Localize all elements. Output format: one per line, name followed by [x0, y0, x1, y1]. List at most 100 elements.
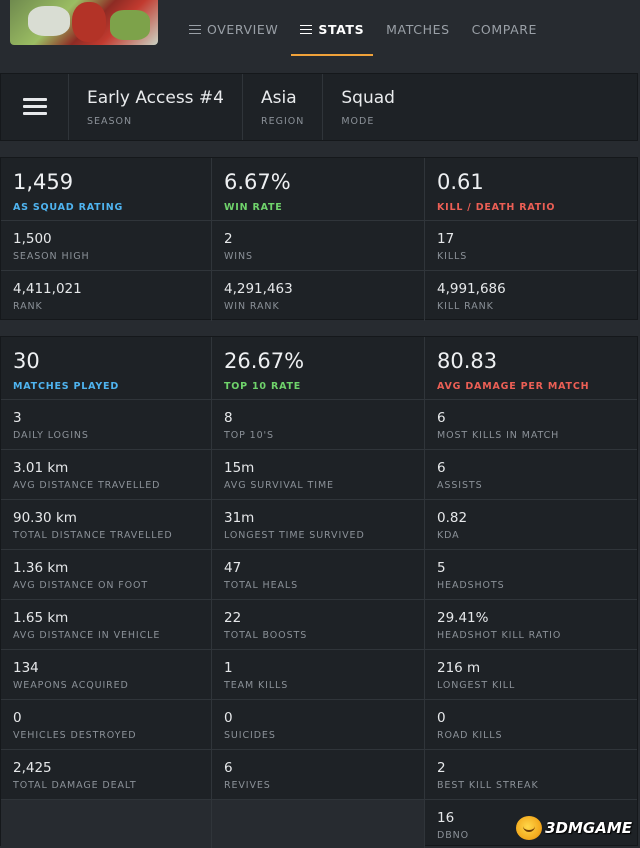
stat-label: TOTAL BOOSTS	[224, 630, 308, 641]
stat-cell: 0 SUICIDES	[212, 700, 425, 749]
list-icon	[300, 24, 313, 35]
stat-cell: 6 REVIVES	[212, 750, 425, 799]
stat-value: 1	[224, 660, 233, 676]
stat-value: 31m	[224, 510, 255, 526]
stat-cell: 3 DAILY LOGINS	[1, 400, 212, 449]
season-value: Early Access #4	[87, 88, 224, 108]
stat-label: TOTAL HEALS	[224, 580, 299, 591]
tab-matches[interactable]: MATCHES	[375, 0, 460, 58]
tab-matches-label: MATCHES	[386, 21, 450, 37]
stat-value: 2	[437, 760, 446, 776]
stat-label: RANK	[13, 301, 43, 312]
filter-bar: Early Access #4 SEASON Asia REGION Squad…	[0, 73, 638, 141]
stat-label: KDA	[437, 530, 460, 541]
detail-headline-row: 30 MATCHES PLAYED 26.67% TOP 10 RATE 80.…	[1, 337, 637, 400]
detail-row: 3.01 km AVG DISTANCE TRAVELLED 15m AVG SUR…	[1, 450, 637, 500]
detail-row: 134 WEAPONS ACQUIRED 1 TEAM KILLS 216 m LON…	[1, 650, 637, 700]
top10-rate-value: 26.67%	[224, 349, 305, 373]
rating-label: AS SQUAD RATING	[13, 202, 124, 213]
stat-value: 134	[13, 660, 39, 676]
avg-damage-label: AVG DAMAGE PER MATCH	[437, 381, 590, 392]
hamburger-icon	[22, 98, 47, 116]
stat-value: 2,425	[13, 760, 52, 776]
stat-cell: 31m LONGEST TIME SURVIVED	[212, 500, 425, 549]
matches-played-stat: 30 MATCHES PLAYED	[1, 337, 212, 399]
stat-cell: 8 TOP 10'S	[212, 400, 425, 449]
region-label: REGION	[261, 116, 305, 127]
win-rate-stat: 6.67% WIN RATE	[212, 158, 425, 220]
stat-cell: 22 TOTAL BOOSTS	[212, 600, 425, 649]
win-rate-value: 6.67%	[224, 170, 291, 194]
stat-label: DAILY LOGINS	[13, 430, 89, 441]
avg-damage-value: 80.83	[437, 349, 498, 373]
stat-cell: 1.36 km AVG DISTANCE ON FOOT	[1, 550, 212, 599]
stat-value: 4,991,686	[437, 281, 506, 297]
filter-menu-button[interactable]	[1, 74, 69, 140]
stat-cell: 6 ASSISTS	[425, 450, 637, 499]
avg-damage-stat: 80.83 AVG DAMAGE PER MATCH	[425, 337, 637, 399]
region-filter[interactable]: Asia REGION	[243, 74, 324, 140]
detail-row: 90.30 km TOTAL DISTANCE TRAVELLED 31m LONG…	[1, 500, 637, 550]
empty-cell	[1, 800, 212, 848]
mode-label: MODE	[341, 116, 375, 127]
stat-label: REVIVES	[224, 780, 271, 791]
stat-label: TOP 10'S	[224, 430, 274, 441]
player-banner-image	[10, 0, 158, 45]
smiley-logo-icon	[516, 816, 543, 840]
stat-value: 15m	[224, 460, 255, 476]
stat-label: KILL RANK	[437, 301, 494, 312]
detail-row: 1.65 km AVG DISTANCE IN VEHICLE 22 TOTAL B…	[1, 600, 637, 650]
top-navigation: OVERVIEW STATS MATCHES COMPARE	[0, 0, 640, 58]
stat-cell: 17 KILLS	[425, 221, 637, 270]
stat-label: KILLS	[437, 251, 468, 262]
stat-cell: 3.01 km AVG DISTANCE TRAVELLED	[1, 450, 212, 499]
stat-label: WEAPONS ACQUIRED	[13, 680, 129, 691]
stat-cell: 4,411,021 RANK	[1, 271, 212, 321]
stat-cell: 1,500 SEASON HIGH	[1, 221, 212, 270]
tab-overview[interactable]: OVERVIEW	[178, 0, 289, 58]
stat-label: TEAM KILLS	[224, 680, 289, 691]
season-filter[interactable]: Early Access #4 SEASON	[69, 74, 243, 140]
summary-row: 4,411,021 RANK 4,291,463 WIN RANK 4,991,68…	[1, 271, 637, 321]
stat-cell: 0 ROAD KILLS	[425, 700, 637, 749]
summary-headline-row: 1,459 AS SQUAD RATING 6.67% WIN RATE 0.6…	[1, 158, 637, 221]
stat-cell: 2 BEST KILL STREAK	[425, 750, 637, 799]
rating-value: 1,459	[13, 170, 74, 194]
stat-label: MOST KILLS IN MATCH	[437, 430, 560, 441]
stat-label: LONGEST TIME SURVIVED	[224, 530, 365, 541]
stat-cell: 29.41% HEADSHOT KILL RATIO	[425, 600, 637, 649]
rating-stat: 1,459 AS SQUAD RATING	[1, 158, 212, 220]
summary-row: 1,500 SEASON HIGH 2 WINS 17 KILLS	[1, 221, 637, 271]
stat-value: 17	[437, 231, 455, 247]
stat-cell: 1.65 km AVG DISTANCE IN VEHICLE	[1, 600, 212, 649]
stats-page: OVERVIEW STATS MATCHES COMPARE Early Acc…	[0, 0, 640, 848]
stat-label: AVG DISTANCE ON FOOT	[13, 580, 149, 591]
stat-cell: 6 MOST KILLS IN MATCH	[425, 400, 637, 449]
detail-row: 1.36 km AVG DISTANCE ON FOOT 47 TOTAL HEAL…	[1, 550, 637, 600]
stat-cell: 47 TOTAL HEALS	[212, 550, 425, 599]
detail-row: 0 VEHICLES DESTROYED 0 SUICIDES 0 ROAD KILL…	[1, 700, 637, 750]
stat-label: WINS	[224, 251, 253, 262]
tab-compare[interactable]: COMPARE	[461, 0, 548, 58]
stat-cell: 1 TEAM KILLS	[212, 650, 425, 699]
stat-value: 2	[224, 231, 233, 247]
season-label: SEASON	[87, 116, 133, 127]
region-value: Asia	[261, 88, 297, 108]
tab-stats[interactable]: STATS	[289, 0, 375, 58]
stat-cell: 216 m LONGEST KILL	[425, 650, 637, 699]
stat-cell: 4,291,463 WIN RANK	[212, 271, 425, 321]
matches-played-label: MATCHES PLAYED	[13, 381, 120, 392]
stat-value: 1,500	[13, 231, 52, 247]
kd-ratio-stat: 0.61 KILL / DEATH RATIO	[425, 158, 637, 220]
mode-filter[interactable]: Squad MODE	[323, 74, 413, 140]
stat-value: 4,411,021	[13, 281, 82, 297]
mode-value: Squad	[341, 88, 395, 108]
stat-label: WIN RANK	[224, 301, 280, 312]
stat-cell: 0.82 KDA	[425, 500, 637, 549]
top10-rate-label: TOP 10 RATE	[224, 381, 302, 392]
tab-bar: OVERVIEW STATS MATCHES COMPARE	[178, 0, 548, 58]
kd-ratio-label: KILL / DEATH RATIO	[437, 202, 556, 213]
tab-overview-label: OVERVIEW	[207, 21, 279, 37]
stat-value: 90.30 km	[13, 510, 77, 526]
stat-label: ASSISTS	[437, 480, 483, 491]
